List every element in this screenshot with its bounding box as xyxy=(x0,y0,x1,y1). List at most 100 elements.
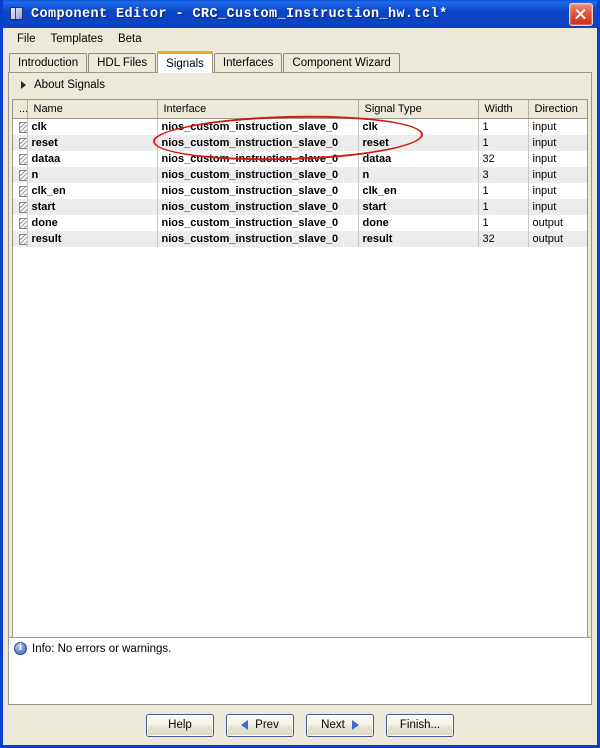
table-row[interactable]: done nios_custom_instruction_slave_0 don… xyxy=(13,215,587,231)
cell-direction[interactable]: output xyxy=(528,215,587,231)
signals-panel: About Signals ... Name xyxy=(8,72,592,670)
cell-interface[interactable]: nios_custom_instruction_slave_0 xyxy=(157,151,358,167)
cell-width[interactable]: 32 xyxy=(478,151,528,167)
cell-name[interactable]: reset xyxy=(27,135,157,151)
close-icon[interactable] xyxy=(569,3,593,26)
cell-interface[interactable]: nios_custom_instruction_slave_0 xyxy=(157,119,358,136)
wizard-button-bar: Help Prev Next Finish... xyxy=(3,705,597,745)
cell-signal-type[interactable]: done xyxy=(358,215,478,231)
tab-hdl-files[interactable]: HDL Files xyxy=(88,53,156,72)
cell-direction[interactable]: input xyxy=(528,167,587,183)
next-button[interactable]: Next xyxy=(306,714,374,737)
cell-signal-type[interactable]: clk_en xyxy=(358,183,478,199)
table-row[interactable]: clk nios_custom_instruction_slave_0 clk … xyxy=(13,119,587,136)
cell-name[interactable]: clk xyxy=(27,119,157,136)
cell-width[interactable]: 1 xyxy=(478,215,528,231)
cell-interface[interactable]: nios_custom_instruction_slave_0 xyxy=(157,167,358,183)
cell-direction[interactable]: output xyxy=(528,231,587,247)
about-signals-expander[interactable]: About Signals xyxy=(9,73,591,97)
cell-name[interactable]: result xyxy=(27,231,157,247)
cell-signal-type[interactable]: start xyxy=(358,199,478,215)
column-header-name[interactable]: Name xyxy=(27,100,157,119)
cell-signal-type[interactable]: n xyxy=(358,167,478,183)
info-message: Info: No errors or warnings. xyxy=(32,643,171,655)
column-header-interface[interactable]: Interface xyxy=(157,100,358,119)
table-row[interactable]: result nios_custom_instruction_slave_0 r… xyxy=(13,231,587,247)
cell-direction[interactable]: input xyxy=(528,199,587,215)
arrow-left-icon xyxy=(241,720,248,730)
table-row[interactable]: dataa nios_custom_instruction_slave_0 da… xyxy=(13,151,587,167)
cell-signal-type[interactable]: dataa xyxy=(358,151,478,167)
row-drag-handle[interactable] xyxy=(13,119,27,136)
row-drag-handle[interactable] xyxy=(13,135,27,151)
cell-name[interactable]: done xyxy=(27,215,157,231)
cell-signal-type[interactable]: reset xyxy=(358,135,478,151)
finish-button-label: Finish... xyxy=(400,719,440,731)
help-button[interactable]: Help xyxy=(146,714,214,737)
cell-name[interactable]: clk_en xyxy=(27,183,157,199)
cell-signal-type[interactable]: result xyxy=(358,231,478,247)
cell-direction[interactable]: input xyxy=(528,135,587,151)
grip-icon xyxy=(19,234,27,245)
grip-icon xyxy=(19,122,27,133)
grip-icon xyxy=(19,154,27,165)
prev-button[interactable]: Prev xyxy=(226,714,294,737)
row-drag-handle[interactable] xyxy=(13,231,27,247)
menu-item-beta[interactable]: Beta xyxy=(111,31,150,48)
table-row[interactable]: start nios_custom_instruction_slave_0 st… xyxy=(13,199,587,215)
application-window: Component Editor - CRC_Custom_Instructio… xyxy=(0,0,600,748)
grip-icon xyxy=(19,138,27,149)
cell-name[interactable]: n xyxy=(27,167,157,183)
cell-interface[interactable]: nios_custom_instruction_slave_0 xyxy=(157,231,358,247)
cell-name[interactable]: start xyxy=(27,199,157,215)
table-row[interactable]: reset nios_custom_instruction_slave_0 re… xyxy=(13,135,587,151)
cell-width[interactable]: 1 xyxy=(478,183,528,199)
grip-icon xyxy=(19,218,27,229)
column-header-direction[interactable]: Direction xyxy=(528,100,587,119)
cell-direction[interactable]: input xyxy=(528,151,587,167)
cell-direction[interactable]: input xyxy=(528,119,587,136)
row-drag-handle[interactable] xyxy=(13,151,27,167)
tab-strip: Introduction HDL Files Signals Interface… xyxy=(3,50,597,72)
cell-width[interactable]: 1 xyxy=(478,199,528,215)
row-drag-handle[interactable] xyxy=(13,167,27,183)
cell-width[interactable]: 3 xyxy=(478,167,528,183)
help-button-label: Help xyxy=(168,719,192,731)
title-bar: Component Editor - CRC_Custom_Instructio… xyxy=(3,0,597,28)
next-button-label: Next xyxy=(321,719,345,731)
about-signals-label: About Signals xyxy=(34,79,105,91)
tab-component-wizard[interactable]: Component Wizard xyxy=(283,53,399,72)
info-pane: Info: No errors or warnings. xyxy=(8,637,592,705)
component-editor-icon xyxy=(9,6,25,22)
cell-name[interactable]: dataa xyxy=(27,151,157,167)
tab-signals[interactable]: Signals xyxy=(157,51,213,73)
table-row[interactable]: clk_en nios_custom_instruction_slave_0 c… xyxy=(13,183,587,199)
row-drag-handle[interactable] xyxy=(13,199,27,215)
cell-interface[interactable]: nios_custom_instruction_slave_0 xyxy=(157,215,358,231)
cell-interface[interactable]: nios_custom_instruction_slave_0 xyxy=(157,183,358,199)
info-message-row: Info: No errors or warnings. xyxy=(14,642,591,655)
tab-interfaces[interactable]: Interfaces xyxy=(214,53,283,72)
table-header-row: ... Name Interface Signal Type Width Dir… xyxy=(13,100,587,119)
cell-interface[interactable]: nios_custom_instruction_slave_0 xyxy=(157,199,358,215)
cell-width[interactable]: 32 xyxy=(478,231,528,247)
window-title: Component Editor - CRC_Custom_Instructio… xyxy=(31,7,569,22)
cell-interface[interactable]: nios_custom_instruction_slave_0 xyxy=(157,135,358,151)
signals-table-container[interactable]: ... Name Interface Signal Type Width Dir… xyxy=(12,99,588,667)
column-header-handle[interactable]: ... xyxy=(13,100,27,119)
cell-width[interactable]: 1 xyxy=(478,119,528,136)
finish-button[interactable]: Finish... xyxy=(386,714,454,737)
cell-width[interactable]: 1 xyxy=(478,135,528,151)
menu-item-templates[interactable]: Templates xyxy=(44,31,111,48)
grip-icon xyxy=(19,186,27,197)
column-header-signal-type[interactable]: Signal Type xyxy=(358,100,478,119)
menu-item-file[interactable]: File xyxy=(10,31,44,48)
tab-introduction[interactable]: Introduction xyxy=(9,53,87,72)
cell-signal-type[interactable]: clk xyxy=(358,119,478,136)
column-header-width[interactable]: Width xyxy=(478,100,528,119)
grip-icon xyxy=(19,170,27,181)
row-drag-handle[interactable] xyxy=(13,215,27,231)
table-row[interactable]: n nios_custom_instruction_slave_0 n 3 in… xyxy=(13,167,587,183)
row-drag-handle[interactable] xyxy=(13,183,27,199)
cell-direction[interactable]: input xyxy=(528,183,587,199)
